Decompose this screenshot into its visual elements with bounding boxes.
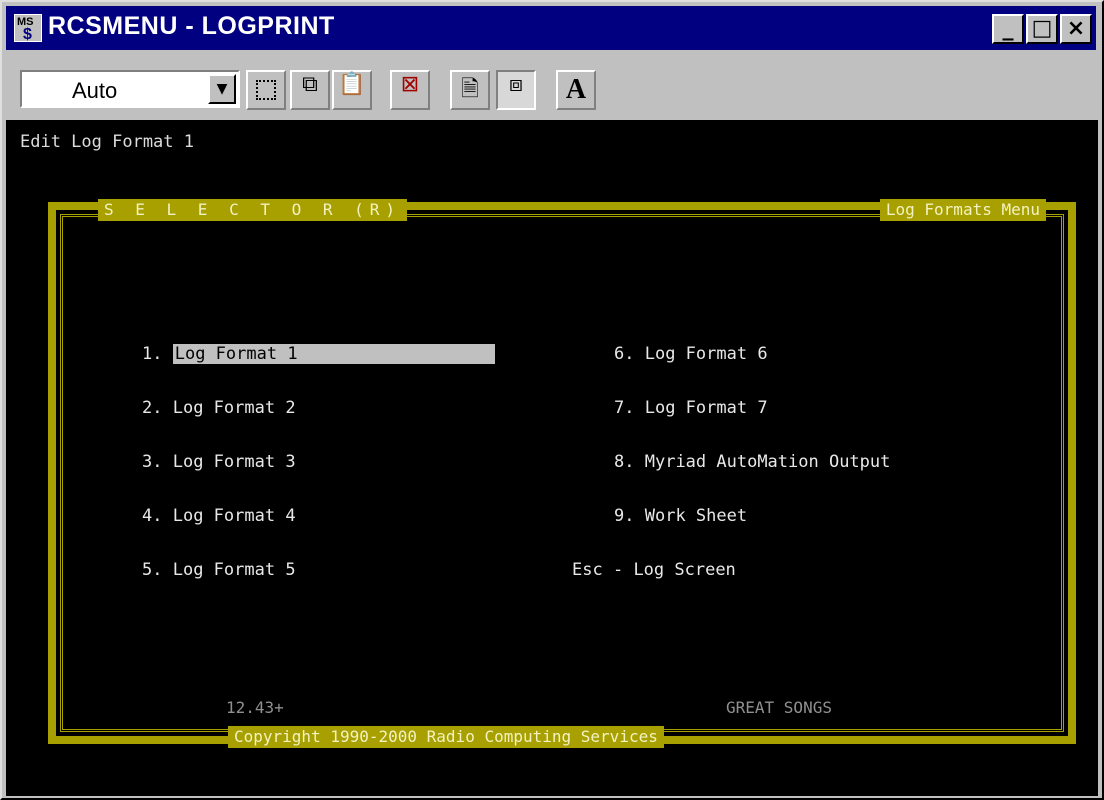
menu-item-2[interactable]: 2. Log Format 2	[142, 398, 296, 418]
station-label: GREAT SONGS	[726, 698, 832, 717]
toolbar: Auto ▼ ⧉ 📋 ⊠ 🗎 ⧈ A	[6, 52, 1098, 116]
window-title: RCSMENU - LOGPRINT	[48, 12, 335, 40]
menu-item-1[interactable]: 1. Log Format 1	[142, 344, 495, 364]
close-button[interactable]: ×	[1060, 14, 1092, 44]
paste-button[interactable]: 📋	[332, 70, 372, 110]
app-icon[interactable]: MS $	[14, 14, 42, 43]
properties-button[interactable]: 🗎	[450, 70, 490, 110]
chevron-down-icon[interactable]: ▼	[208, 74, 236, 104]
font-size-select[interactable]: Auto ▼	[20, 70, 240, 108]
menu-item-8[interactable]: 8. Myriad AutoMation Output	[614, 452, 890, 472]
background-icon: ⧈	[509, 72, 523, 97]
menu-item-9[interactable]: 9. Work Sheet	[614, 506, 747, 526]
menu-item-esc[interactable]: Esc - Log Screen	[572, 560, 736, 580]
menu-item-7[interactable]: 7. Log Format 7	[614, 398, 768, 418]
copyright-line: Copyright 1990-2000 Radio Computing Serv…	[228, 726, 664, 748]
minimize-button[interactable]: _	[992, 14, 1024, 44]
console-window: MS $ RCSMENU - LOGPRINT _ □ × Auto ▼ ⧉ 📋 …	[0, 0, 1104, 800]
menu-item-3[interactable]: 3. Log Format 3	[142, 452, 296, 472]
copy-button[interactable]: ⧉	[290, 70, 330, 110]
title-bar[interactable]: MS $ RCSMENU - LOGPRINT _ □ ×	[6, 6, 1096, 50]
fullscreen-button[interactable]: ⊠	[390, 70, 430, 110]
menu-title-right: Log Formats Menu	[879, 199, 1046, 221]
copy-icon: ⧉	[302, 72, 318, 97]
font-icon: A	[565, 74, 587, 105]
menu-item-5[interactable]: 5. Log Format 5	[142, 560, 296, 580]
background-button[interactable]: ⧈	[496, 70, 536, 110]
menu-title-left: S E L E C T O R (R)	[98, 199, 408, 221]
mark-icon	[256, 80, 276, 100]
maximize-button[interactable]: □	[1026, 14, 1058, 44]
menu-item-4[interactable]: 4. Log Format 4	[142, 506, 296, 526]
version-label: 12.43+	[226, 698, 284, 717]
menu-frame: 1. Log Format 1 2. Log Format 2 3. Log F…	[48, 199, 1076, 748]
font-button[interactable]: A	[556, 70, 596, 110]
fullscreen-icon: ⊠	[400, 72, 420, 97]
menu-item-6[interactable]: 6. Log Format 6	[614, 344, 768, 364]
status-line: Edit Log Format 1	[20, 132, 194, 152]
paste-icon: 📋	[338, 72, 366, 97]
mark-button[interactable]	[246, 70, 286, 110]
properties-icon: 🗎	[461, 77, 479, 102]
console-screen[interactable]: Edit Log Format 1 1. Log Format 1 2. Log…	[6, 120, 1098, 796]
font-size-value: Auto	[72, 78, 118, 103]
